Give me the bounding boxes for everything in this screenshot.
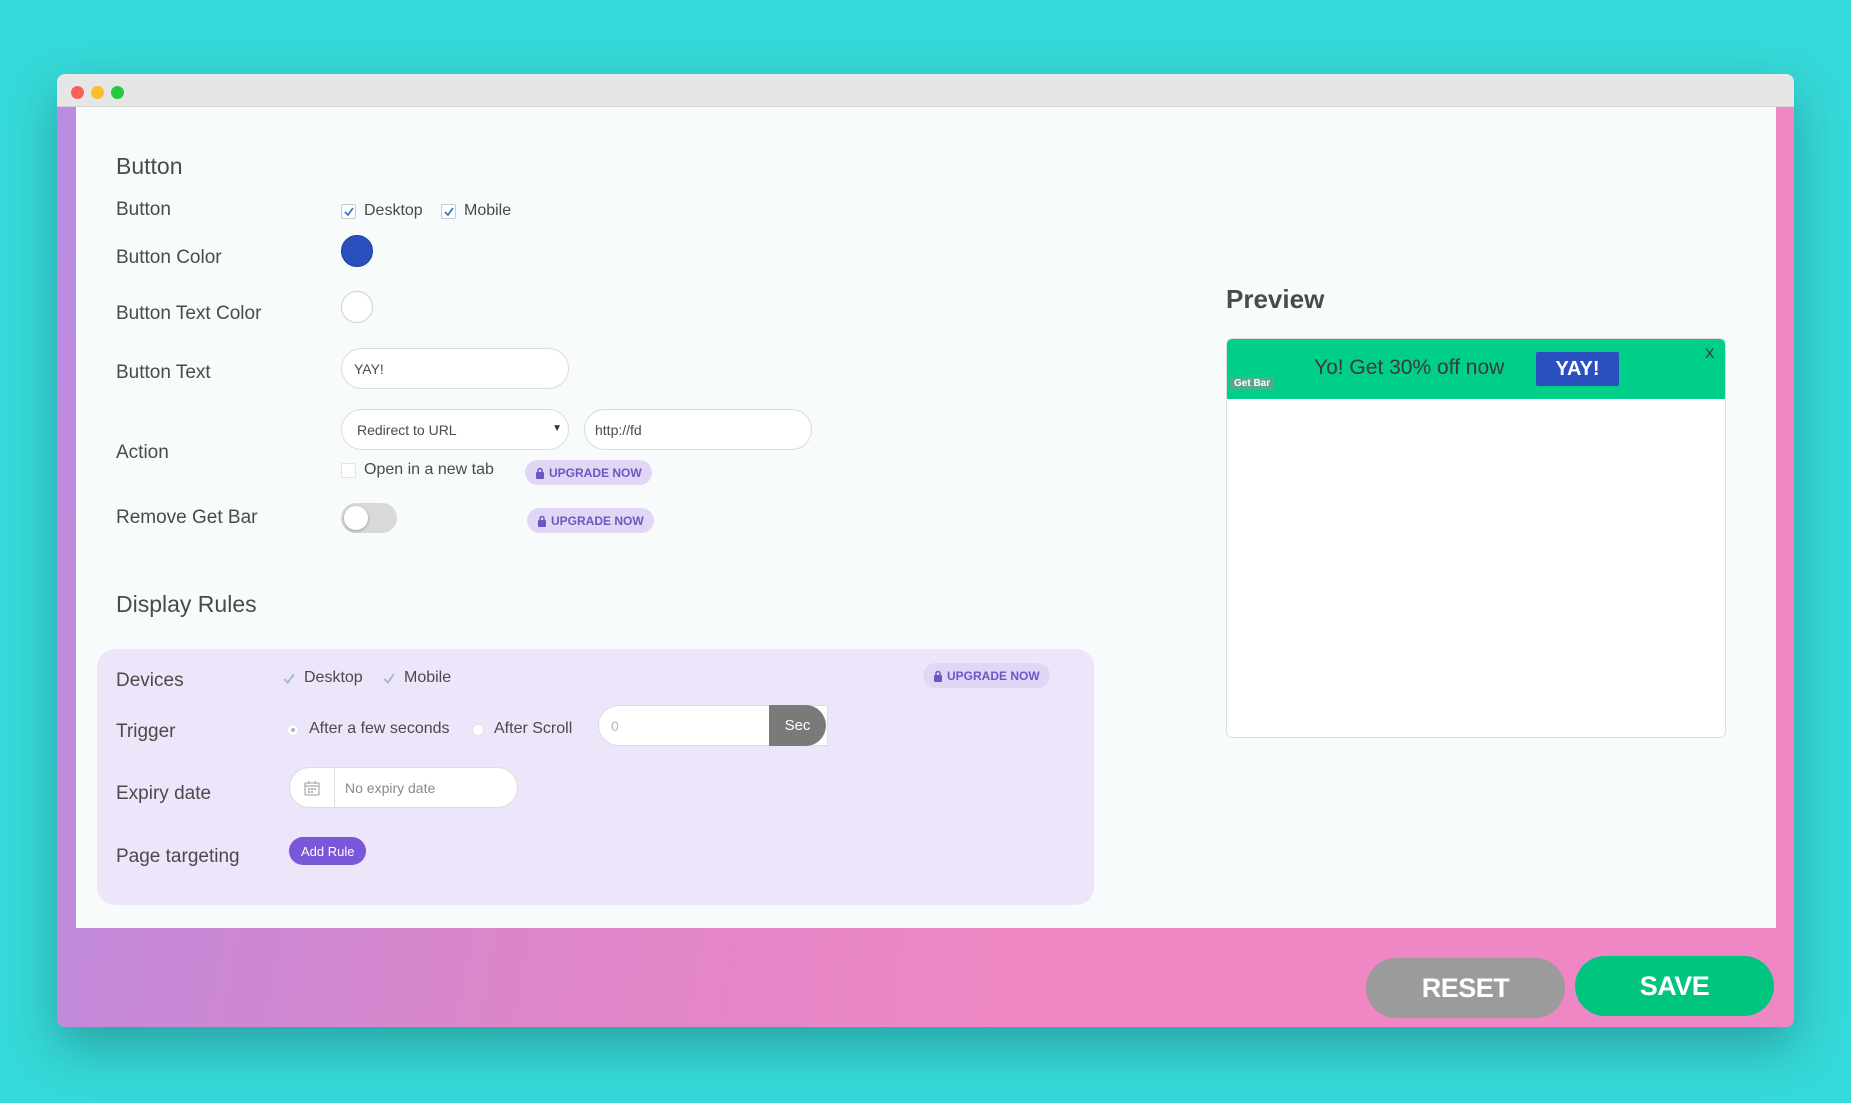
devices-mobile-checkbox[interactable]: [382, 672, 396, 691]
lock-icon: [536, 467, 544, 479]
devices-label: Devices: [116, 670, 184, 691]
page-targeting-label: Page targeting: [116, 846, 240, 867]
preview-frame: Yo! Get 30% off now YAY! X Get Bar: [1226, 338, 1726, 738]
minimize-window-button[interactable]: [91, 86, 104, 99]
devices-mobile-label: Mobile: [404, 669, 452, 686]
button-text-label: Button Text: [116, 362, 211, 383]
open-new-tab-checkbox[interactable]: [341, 463, 356, 478]
calendar-icon[interactable]: [290, 768, 335, 807]
checkmark-icon: [383, 673, 395, 684]
settings-content: Button Button Desktop Mobile Button Colo…: [76, 107, 1776, 928]
upgrade-now-badge-new-tab[interactable]: UPGRADE NOW: [525, 460, 652, 485]
open-new-tab-label: Open in a new tab: [364, 461, 494, 478]
toggle-knob: [344, 506, 368, 530]
reset-button[interactable]: RESET: [1366, 958, 1565, 1018]
add-rule-button[interactable]: Add Rule: [289, 837, 367, 865]
lock-icon: [538, 515, 546, 527]
button-text-color-swatch[interactable]: [341, 291, 373, 323]
trigger-value: 0: [611, 717, 619, 734]
checkmark-icon: [444, 207, 454, 217]
chevron-down-icon: ▼: [552, 423, 562, 434]
preview-bar-text: Yo! Get 30% off now: [1314, 356, 1505, 379]
expiry-date-label: Expiry date: [116, 783, 212, 804]
button-mobile-label: Mobile: [464, 202, 512, 219]
remove-get-bar-toggle[interactable]: [341, 503, 397, 533]
maximize-window-button[interactable]: [111, 86, 124, 99]
trigger-unit-addon: Sec: [769, 705, 826, 746]
button-desktop-label: Desktop: [364, 202, 423, 219]
button-text-input[interactable]: YAY!: [341, 348, 569, 389]
button-text-value: YAY!: [354, 360, 384, 377]
upgrade-now-label: UPGRADE NOW: [549, 465, 642, 480]
checkmark-icon: [283, 673, 295, 684]
trigger-unit: Sec: [784, 717, 811, 734]
action-url-value: http://fd: [595, 421, 642, 438]
lock-icon: [934, 670, 942, 682]
checkmark-icon: [344, 207, 354, 217]
app-window: Button Button Desktop Mobile Button Colo…: [57, 74, 1794, 1027]
expiry-date-input[interactable]: No expiry date: [289, 767, 518, 808]
expiry-date-placeholder: No expiry date: [345, 779, 436, 796]
trigger-scroll-label: After Scroll: [494, 720, 573, 737]
display-rules-panel: Devices Desktop Mobile UPGRADE NOW Trigg…: [97, 649, 1094, 905]
upgrade-now-label: UPGRADE NOW: [947, 668, 1040, 683]
button-color-swatch[interactable]: [341, 235, 373, 267]
action-url-input[interactable]: http://fd: [584, 409, 812, 450]
action-label: Action: [116, 442, 169, 463]
upgrade-now-badge-devices[interactable]: UPGRADE NOW: [923, 663, 1050, 688]
button-section-title: Button: [116, 153, 183, 179]
devices-desktop-label: Desktop: [304, 669, 363, 686]
button-visibility-label: Button: [116, 199, 171, 220]
action-select-value: Redirect to URL: [357, 421, 457, 438]
devices-desktop-checkbox[interactable]: [282, 672, 296, 691]
upgrade-now-label: UPGRADE NOW: [551, 513, 644, 528]
display-rules-title: Display Rules: [116, 591, 257, 617]
button-desktop-checkbox[interactable]: [341, 204, 356, 219]
upgrade-now-badge-remove-bar[interactable]: UPGRADE NOW: [527, 508, 654, 533]
button-text-color-label: Button Text Color: [116, 303, 262, 324]
button-mobile-checkbox[interactable]: [441, 204, 456, 219]
close-window-button[interactable]: [71, 86, 84, 99]
preview-brand-badge: Get Bar: [1230, 377, 1275, 390]
save-button[interactable]: SAVE: [1575, 956, 1774, 1016]
preview-notification-bar: Yo! Get 30% off now YAY! X Get Bar: [1227, 339, 1725, 399]
trigger-seconds-radio[interactable]: [287, 724, 299, 736]
preview-bar-button[interactable]: YAY!: [1536, 352, 1619, 386]
preview-title: Preview: [1226, 284, 1325, 314]
remove-get-bar-label: Remove Get Bar: [116, 507, 258, 528]
trigger-scroll-radio[interactable]: [472, 724, 484, 736]
button-color-label: Button Color: [116, 247, 222, 268]
trigger-seconds-label: After a few seconds: [309, 720, 450, 737]
action-select[interactable]: Redirect to URL ▼: [341, 409, 569, 450]
trigger-label: Trigger: [116, 721, 176, 742]
window-titlebar: [57, 74, 1794, 107]
preview-close-icon[interactable]: X: [1705, 345, 1714, 361]
